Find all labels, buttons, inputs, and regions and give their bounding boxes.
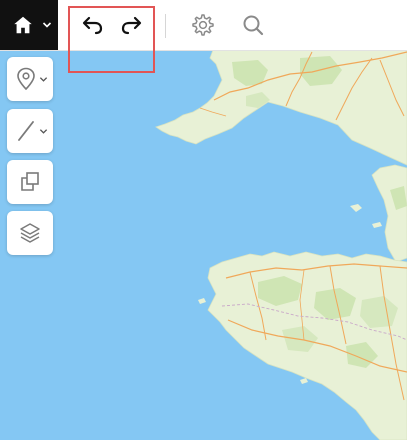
layers-tool-button[interactable] [7,211,53,255]
gear-icon[interactable] [190,12,216,38]
map-canvas[interactable] [0,0,407,440]
line-icon [18,121,34,141]
home-button[interactable] [0,0,58,50]
marker-tool-button[interactable] [7,57,53,101]
toolbar-divider [165,14,166,38]
layers-icon [20,223,40,243]
search-icon[interactable] [240,12,266,38]
line-tool-button[interactable] [7,109,53,153]
map-pin-icon [17,67,35,91]
top-toolbar [0,0,407,51]
chevron-down-icon [42,22,52,28]
home-icon [14,16,32,34]
chevron-down-icon [39,129,48,134]
chevron-down-icon [39,77,48,82]
duplicate-icon [21,172,39,191]
clone-tool-button[interactable] [7,160,53,204]
undo-redo-highlight [68,6,155,73]
